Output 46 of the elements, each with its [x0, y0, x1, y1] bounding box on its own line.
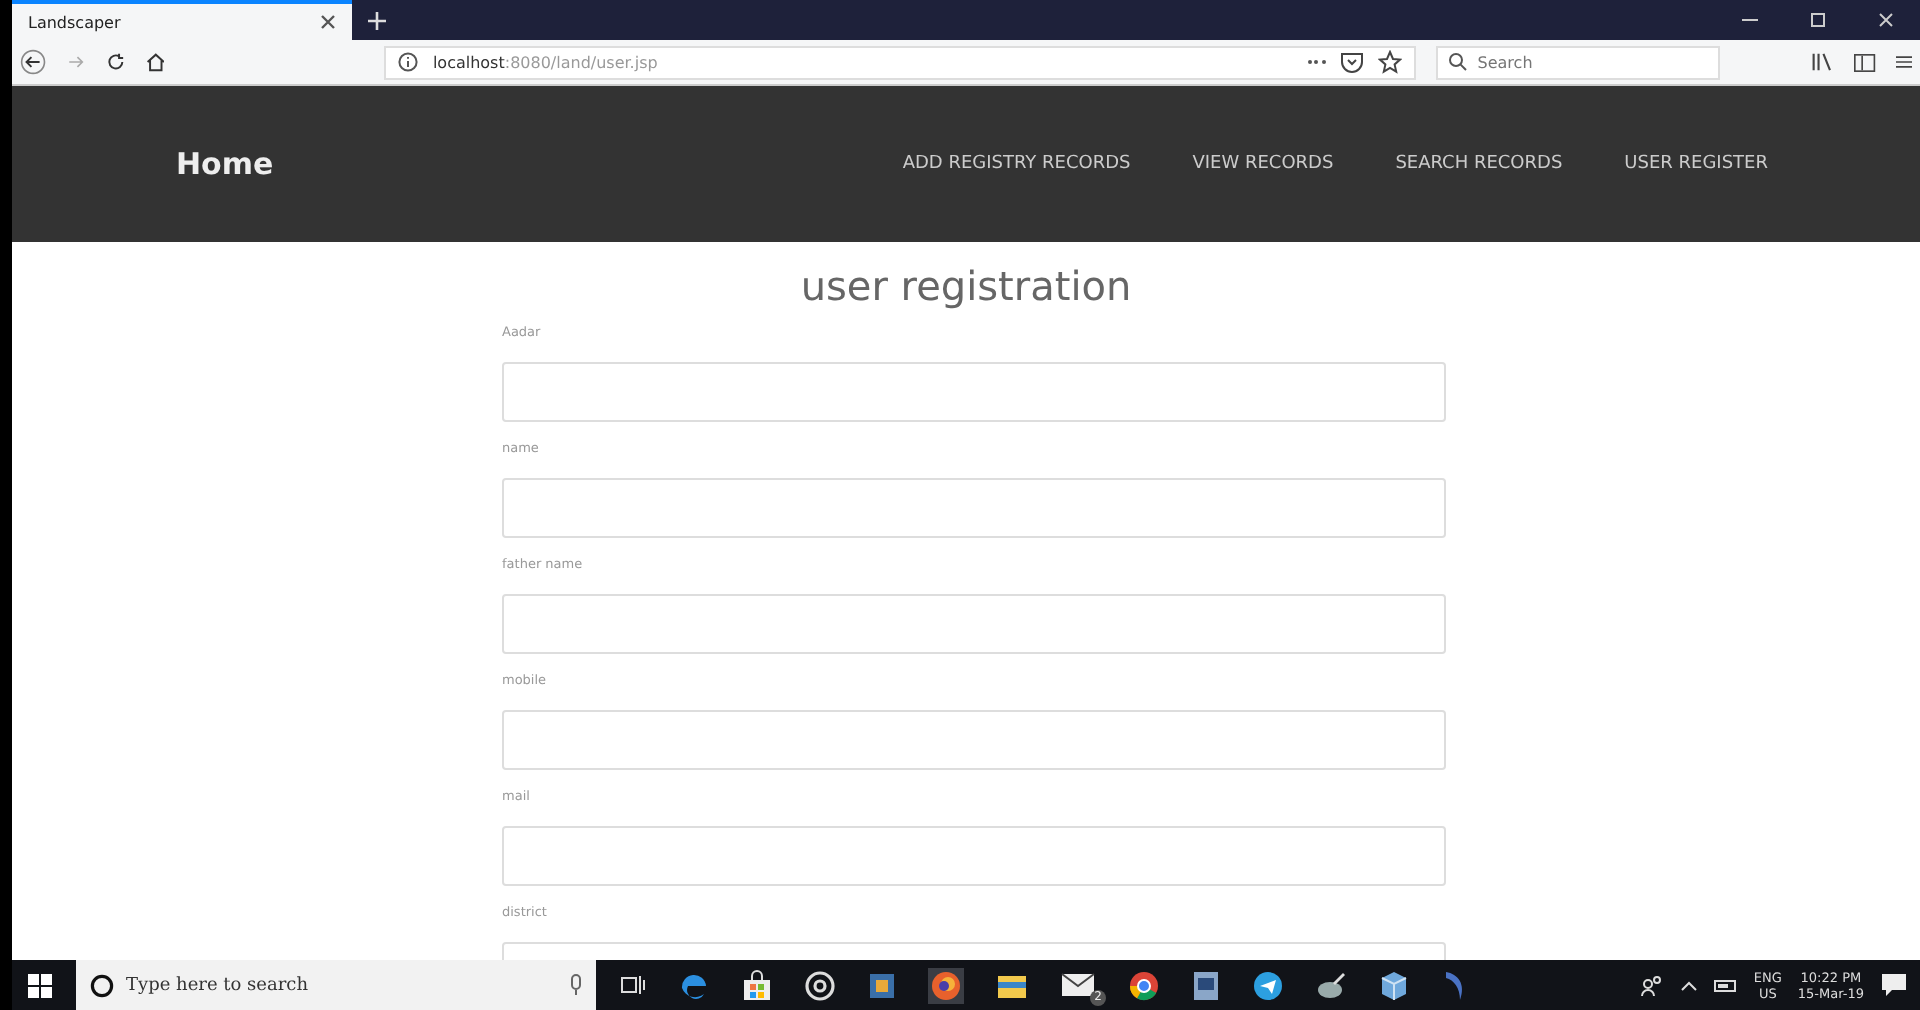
nav-link[interactable]: SEARCH RECORDS — [1395, 154, 1563, 174]
battery-icon[interactable] — [1713, 977, 1738, 993]
microphone-icon[interactable] — [570, 974, 582, 996]
firefox-icon[interactable] — [928, 967, 964, 1003]
input-field[interactable] — [502, 362, 1446, 422]
library-icon[interactable] — [1811, 50, 1835, 74]
star-icon[interactable] — [1377, 50, 1402, 74]
menu-icon[interactable] — [1895, 52, 1912, 72]
task-view-icon[interactable] — [620, 974, 646, 996]
address-bar[interactable]: localhost:8080/land/user.jsp — [384, 45, 1416, 79]
nav-link[interactable]: USER REGISTER — [1624, 154, 1768, 174]
edge-browser-icon[interactable] — [678, 969, 710, 1001]
reload-icon[interactable] — [105, 50, 126, 74]
close-icon[interactable] — [320, 14, 336, 30]
mail-icon[interactable] — [1060, 972, 1096, 998]
home-icon[interactable] — [145, 50, 165, 74]
info-icon — [398, 52, 419, 72]
nav-link[interactable]: ADD REGISTRY RECORDS — [902, 154, 1131, 174]
back-icon[interactable] — [20, 46, 47, 78]
target-icon[interactable] — [804, 969, 836, 1001]
shopping-bag-icon[interactable] — [742, 969, 772, 1001]
form-title: user registration — [800, 260, 1132, 312]
notification-icon[interactable] — [1880, 972, 1908, 998]
folder-icon[interactable] — [996, 971, 1028, 999]
nav-link[interactable]: VIEW RECORDS — [1192, 154, 1334, 174]
home-link[interactable]: Home — [176, 146, 274, 182]
media-player-icon[interactable] — [868, 971, 896, 999]
restore-icon[interactable] — [1808, 10, 1828, 30]
paper-plane-icon[interactable] — [1252, 969, 1284, 1001]
browser-tab[interactable]: Landscaper — [12, 0, 352, 40]
input-field[interactable] — [502, 478, 1446, 538]
cube-icon[interactable] — [1380, 969, 1408, 1001]
people-icon[interactable] — [1639, 973, 1664, 997]
sidebar-icon[interactable] — [1854, 51, 1876, 73]
windows-start-icon[interactable] — [28, 973, 52, 997]
chrome-icon[interactable] — [1128, 969, 1160, 1001]
search-field[interactable]: Search — [1435, 45, 1720, 79]
input-field[interactable] — [502, 594, 1446, 654]
document-icon[interactable] — [1192, 969, 1220, 1001]
new-tab-icon[interactable] — [368, 11, 386, 29]
input-field[interactable] — [502, 710, 1446, 770]
pocket-icon[interactable] — [1339, 51, 1364, 73]
taskbar-search-field[interactable]: Type here to search — [76, 960, 596, 1010]
chevron-up-icon[interactable] — [1679, 979, 1698, 991]
input-field[interactable] — [502, 826, 1446, 886]
cortana-icon — [90, 973, 114, 997]
